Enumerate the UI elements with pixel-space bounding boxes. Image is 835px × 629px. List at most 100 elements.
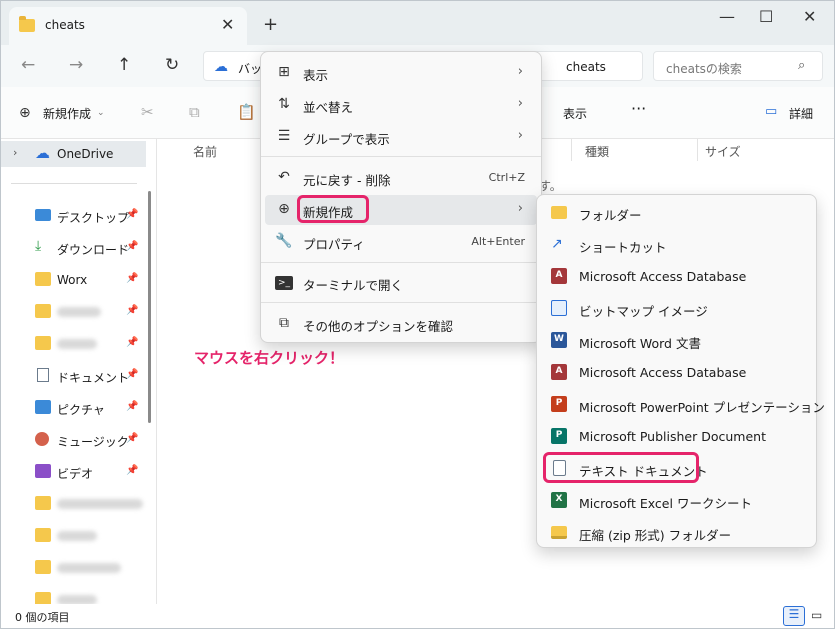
folder-icon	[35, 560, 51, 574]
submenu-item-word[interactable]: W Microsoft Word 文書	[541, 325, 813, 355]
sidebar-item-label: ミュージック	[57, 435, 129, 449]
submenu-item-label: ビットマップ イメージ	[579, 304, 708, 319]
menu-item-label: ターミナルで開く	[303, 278, 404, 293]
new-button[interactable]: 新規作成	[43, 105, 91, 122]
menu-item-properties[interactable]: 🔧 プロパティ Alt+Enter	[265, 227, 537, 257]
sort-icon: ⇅	[278, 96, 290, 112]
pin-icon: 📌	[126, 241, 139, 252]
sidebar-item-desktop[interactable]: デスクトップ 📌	[1, 203, 146, 229]
music-icon	[35, 432, 49, 446]
submenu-item-label: Microsoft Publisher Document	[579, 429, 766, 444]
sidebar-item-worx[interactable]: Worx 📌	[1, 267, 146, 293]
bitmap-icon	[551, 300, 567, 316]
tab-cheats[interactable]: cheats ✕	[9, 7, 247, 45]
search-placeholder: cheatsの検索	[666, 62, 742, 76]
pin-icon: 📌	[126, 305, 139, 316]
close-button[interactable]: ✕	[803, 7, 816, 26]
breadcrumb-cheats[interactable]: cheats	[566, 60, 606, 74]
cloud-icon: ☁	[214, 59, 228, 75]
forward-icon[interactable]: →	[69, 55, 83, 75]
new-tab-button[interactable]: +	[263, 14, 278, 35]
pin-icon: 📌	[126, 433, 139, 444]
publisher-icon: P	[551, 428, 567, 444]
sidebar-item-videos[interactable]: ビデオ 📌	[1, 459, 146, 485]
column-header-name[interactable]: 名前	[193, 143, 217, 160]
submenu-item-zip-folder[interactable]: 圧縮 (zip 形式) フォルダー	[541, 517, 813, 547]
paste-icon[interactable]: 📋	[237, 103, 256, 121]
menu-item-more-options[interactable]: ⧉ その他のオプションを確認	[265, 309, 537, 339]
blurred-label	[57, 563, 121, 573]
menu-item-group-by[interactable]: ☰ グループで表示 ›	[265, 122, 537, 152]
column-divider[interactable]	[697, 139, 698, 161]
sidebar-item-folder[interactable]: 📌	[1, 299, 146, 325]
sidebar-item-folder[interactable]: 📌	[1, 331, 146, 357]
details-button[interactable]: 詳細	[789, 105, 813, 122]
menu-item-sort[interactable]: ⇅ 並べ替え ›	[265, 90, 537, 120]
chevron-right-icon: ›	[517, 128, 523, 143]
sidebar-item-documents[interactable]: ドキュメント 📌	[1, 363, 146, 389]
folder-icon	[35, 528, 51, 542]
tab-close-icon[interactable]: ✕	[221, 15, 234, 34]
pane-divider[interactable]	[156, 139, 157, 604]
empty-folder-message: す。	[539, 179, 562, 193]
column-header-type[interactable]: 種類	[585, 143, 609, 160]
blurred-label	[57, 499, 143, 509]
details-view-icon[interactable]: ☰	[783, 606, 805, 626]
submenu-item-label: ショートカット	[579, 240, 667, 255]
chevron-down-icon: ⌄	[97, 108, 105, 118]
copy-icon[interactable]: ⧉	[189, 103, 200, 121]
submenu-item-label: Microsoft PowerPoint プレゼンテーション	[579, 400, 825, 415]
divider	[11, 183, 137, 184]
submenu-item-publisher[interactable]: P Microsoft Publisher Document	[541, 421, 813, 451]
menu-item-label: その他のオプションを確認	[303, 319, 454, 334]
menu-item-shortcut: Ctrl+Z	[488, 171, 525, 184]
submenu-item-access[interactable]: A Microsoft Access Database	[541, 261, 813, 291]
submenu-item-bitmap[interactable]: ビットマップ イメージ	[541, 293, 813, 323]
sidebar-scrollbar[interactable]	[148, 191, 151, 423]
chevron-right-icon: ›	[517, 64, 523, 79]
minimize-button[interactable]: —	[719, 7, 735, 26]
sidebar-item-label: ピクチャ	[57, 403, 105, 417]
refresh-icon[interactable]: ↻	[165, 55, 179, 75]
excel-icon: X	[551, 492, 567, 508]
menu-item-undo[interactable]: ↶ 元に戻す - 削除 Ctrl+Z	[265, 163, 537, 193]
folder-icon	[35, 496, 51, 510]
submenu-item-folder[interactable]: フォルダー	[541, 197, 813, 227]
submenu-item-label: Microsoft Excel ワークシート	[579, 496, 752, 511]
menu-item-view[interactable]: ⊞ 表示 ›	[265, 58, 537, 88]
item-count: 0 個の項目	[15, 611, 70, 624]
submenu-item-access-2[interactable]: A Microsoft Access Database	[541, 357, 813, 387]
sidebar-item-pictures[interactable]: ピクチャ 📌	[1, 395, 146, 421]
more-button[interactable]: ···	[631, 99, 646, 118]
submenu-item-text-document[interactable]: テキスト ドキュメント	[541, 452, 813, 483]
cut-icon[interactable]: ✂	[141, 103, 154, 121]
folder-icon	[35, 272, 51, 286]
up-icon[interactable]: ↑	[117, 55, 131, 75]
view-button[interactable]: 表示	[563, 105, 587, 122]
menu-item-label: 並べ替え	[303, 100, 354, 115]
sidebar-item-folder[interactable]	[1, 491, 146, 517]
sidebar-item-downloads[interactable]: ⤓ ダウンロード 📌	[1, 235, 146, 261]
submenu-item-shortcut[interactable]: ↗ ショートカット	[541, 229, 813, 259]
pictures-icon	[35, 400, 51, 414]
column-divider[interactable]	[571, 139, 572, 161]
column-header-size[interactable]: サイズ	[705, 143, 741, 160]
word-icon: W	[551, 332, 567, 348]
menu-item-new[interactable]: ⊕ 新規作成 ›	[265, 195, 537, 225]
sidebar-item-music[interactable]: ミュージック 📌	[1, 427, 146, 453]
back-icon[interactable]: ←	[21, 55, 35, 75]
menu-item-open-terminal[interactable]: >_ ターミナルで開く	[265, 268, 537, 298]
context-menu: ⊞ 表示 › ⇅ 並べ替え › ☰ グループで表示 › ↶ 元に戻す - 削除 …	[260, 51, 542, 343]
submenu-item-label: 圧縮 (zip 形式) フォルダー	[579, 528, 732, 543]
submenu-item-powerpoint[interactable]: P Microsoft PowerPoint プレゼンテーション	[541, 389, 825, 419]
sidebar-item-onedrive[interactable]: › ☁ OneDrive	[1, 141, 146, 167]
chevron-right-icon: ›	[517, 96, 523, 111]
chevron-right-icon[interactable]: ›	[13, 146, 17, 159]
navigation-pane: › ☁ OneDrive デスクトップ 📌 ⤓ ダウンロード 📌 Worx 📌 …	[1, 139, 151, 606]
maximize-button[interactable]: ☐	[759, 7, 773, 26]
submenu-item-excel[interactable]: X Microsoft Excel ワークシート	[541, 485, 813, 515]
search-input[interactable]: cheatsの検索 ⌕	[653, 51, 823, 81]
sidebar-item-folder[interactable]	[1, 523, 146, 549]
sidebar-item-folder[interactable]	[1, 555, 146, 581]
tiles-view-icon[interactable]: ▭	[811, 608, 822, 622]
